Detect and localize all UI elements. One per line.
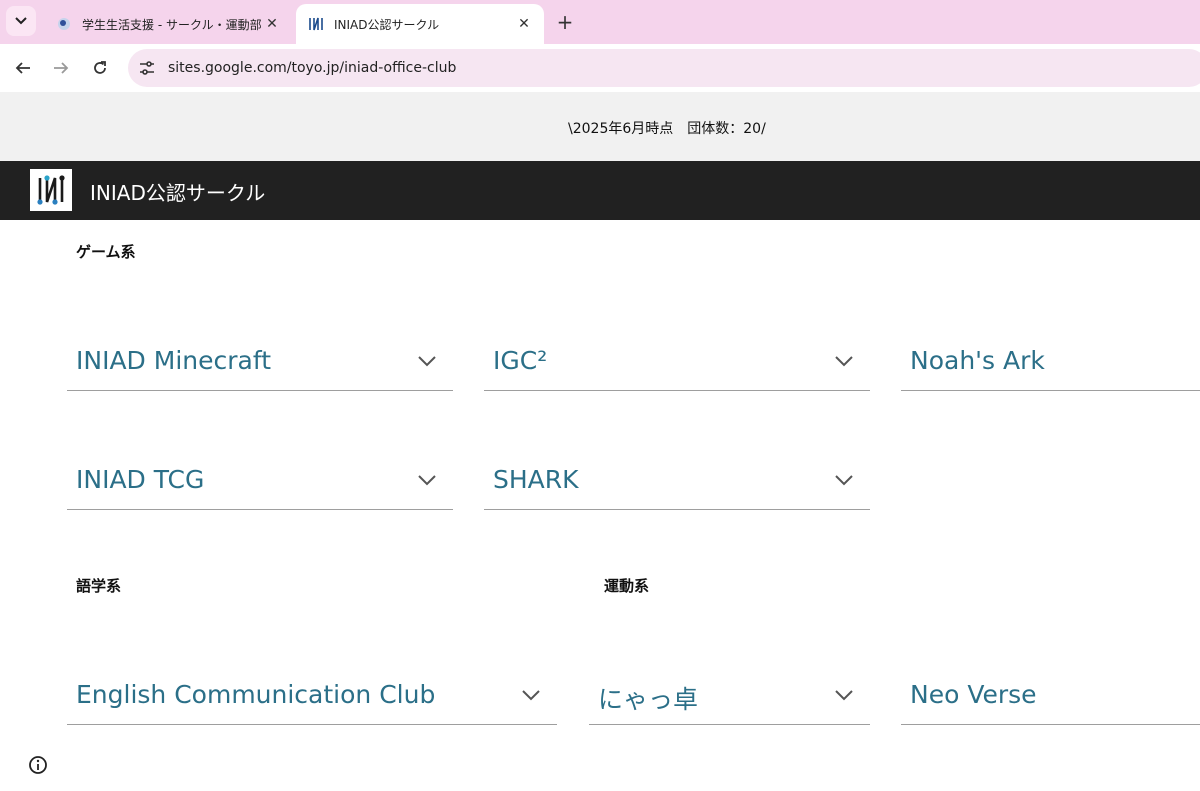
tab-title: 学生生活支援 - サークル・運動部活動 — [82, 17, 262, 32]
section-heading-sports: 運動系 — [604, 577, 650, 595]
chevron-down-icon — [418, 356, 436, 367]
toyo-favicon-icon — [56, 16, 72, 32]
reload-button[interactable] — [88, 56, 112, 80]
reload-icon — [94, 61, 106, 74]
chevron-down-icon — [835, 356, 853, 367]
tab-title: INIAD公認サークル — [334, 17, 440, 32]
accordion-igc2[interactable]: IGC² — [484, 330, 870, 391]
site-logo[interactable] — [30, 169, 72, 211]
section-heading-language: 語学系 — [76, 577, 122, 595]
accordion-noahs-ark[interactable]: Noah's Ark — [901, 330, 1200, 391]
site-settings-icon[interactable] — [138, 59, 156, 77]
accordion-title: English Communication Club — [76, 680, 436, 709]
accordion-english-communication-club[interactable]: English Communication Club — [67, 664, 557, 725]
info-icon[interactable] — [28, 755, 48, 775]
accordion-title: INIAD Minecraft — [76, 346, 271, 375]
browser-tab-iniad-club[interactable]: INIAD公認サークル ✕ — [296, 4, 544, 44]
accordion-title: にゃっ卓 — [598, 685, 699, 714]
accordion-nyattaku[interactable]: にゃっ卓 — [589, 664, 870, 725]
chevron-down-icon — [418, 475, 436, 486]
chevron-down-icon — [15, 17, 27, 25]
section-heading-game: ゲーム系 — [76, 243, 136, 261]
url-text: sites.google.com/toyo.jp/iniad-office-cl… — [168, 60, 457, 76]
new-tab-button[interactable]: + — [553, 10, 577, 34]
arrow-left-icon — [15, 62, 30, 74]
browser-tab-strip: 学生生活支援 - サークル・運動部活動 ✕ INIAD公認サークル ✕ + — [0, 0, 1200, 44]
back-button[interactable] — [11, 56, 35, 80]
chevron-down-icon — [835, 690, 853, 701]
iniad-favicon-icon — [308, 16, 324, 32]
site-header: INIAD公認サークル — [0, 161, 1200, 220]
accordion-title: INIAD TCG — [76, 465, 205, 494]
close-icon[interactable]: ✕ — [262, 14, 282, 34]
arrow-right-icon — [54, 62, 69, 74]
tab-search-button[interactable] — [6, 6, 36, 36]
accordion-shark[interactable]: SHARK — [484, 449, 870, 510]
accordion-iniad-minecraft[interactable]: INIAD Minecraft — [67, 330, 453, 391]
close-icon[interactable]: ✕ — [514, 14, 534, 34]
accordion-title: SHARK — [493, 465, 579, 494]
accordion-title: IGC² — [493, 346, 548, 375]
site-title[interactable]: INIAD公認サークル — [90, 177, 265, 206]
forward-button[interactable] — [49, 56, 73, 80]
address-bar[interactable]: sites.google.com/toyo.jp/iniad-office-cl… — [128, 49, 1200, 87]
accordion-neo-verse[interactable]: Neo Verse — [901, 664, 1200, 725]
iniad-logo-icon — [37, 175, 65, 205]
chevron-down-icon — [835, 475, 853, 486]
browser-tab-student-support[interactable]: 学生生活支援 - サークル・運動部活動 ✕ — [44, 4, 292, 44]
accordion-title: Noah's Ark — [910, 346, 1045, 375]
accordion-iniad-tcg[interactable]: INIAD TCG — [67, 449, 453, 510]
banner-text: \2025年6月時点 団体数：20/ — [568, 121, 766, 137]
announcement-banner: \2025年6月時点 団体数：20/ — [0, 92, 1200, 161]
browser-toolbar: sites.google.com/toyo.jp/iniad-office-cl… — [0, 44, 1200, 92]
chevron-down-icon — [522, 690, 540, 701]
accordion-title: Neo Verse — [910, 680, 1037, 709]
